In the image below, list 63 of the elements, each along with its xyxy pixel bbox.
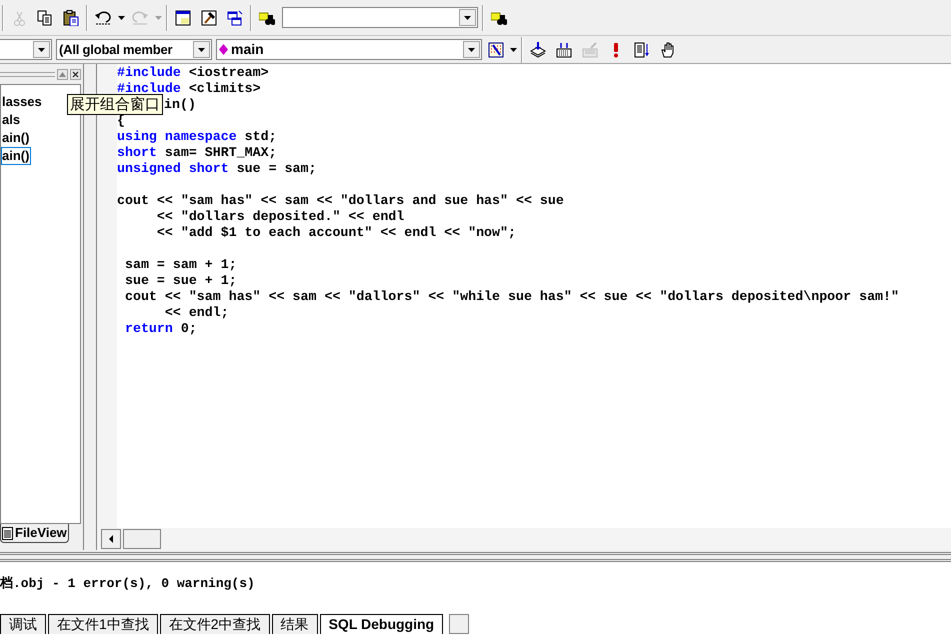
output-tab[interactable]: 在文件1中查找	[48, 614, 158, 634]
binoculars-icon	[491, 10, 507, 26]
function-combo-text: main	[231, 40, 264, 59]
caret-icon	[510, 48, 517, 52]
clipboard-icon	[63, 10, 79, 26]
keyboard-icon	[582, 42, 598, 58]
binoculars-icon	[259, 10, 275, 26]
code-line: in()	[164, 97, 196, 112]
dropdown[interactable]: (All global member	[56, 39, 212, 60]
copy-icon	[37, 10, 53, 26]
close-icon	[71, 70, 80, 78]
dropdown[interactable]	[282, 7, 478, 28]
code-line: cout << "sam has" << sam << "dallors" << "while sue has" << sue << "dollars deposited\npoor sam!"	[124, 289, 899, 304]
fileview-tab[interactable]: FileView	[0, 524, 69, 543]
code-line: cout << "sam has" << sam << "dollars and sue has" << sue	[117, 193, 564, 208]
dropdown[interactable]	[0, 39, 52, 60]
code-line: #include <climits>	[117, 81, 261, 96]
code-line: sam = sam + 1;	[124, 257, 237, 272]
redo-icon	[132, 10, 148, 26]
hand-icon	[660, 42, 676, 58]
cut-icon	[11, 10, 27, 26]
scrollbar-thumb[interactable]	[123, 529, 161, 549]
caret-icon	[468, 48, 475, 52]
close-button[interactable]	[70, 68, 81, 80]
code-line: using namespace std;	[117, 129, 277, 144]
scroll-left-button[interactable]	[101, 529, 121, 549]
code-line: << endl;	[164, 305, 229, 320]
window-icon	[175, 10, 191, 26]
code-line: << "dollars deposited." << endl	[156, 209, 404, 224]
dropdown[interactable]: main	[216, 39, 482, 60]
tree-item[interactable]: als	[1, 111, 22, 129]
tree-item[interactable]: ain()	[1, 129, 32, 147]
wizard-action-button[interactable]	[486, 40, 506, 60]
stack-icon	[530, 42, 546, 58]
output-tab[interactable]: 在文件2中查找	[160, 614, 270, 634]
document-icon	[2, 526, 13, 540]
caret-icon	[155, 16, 162, 20]
code-line: sue = sue + 1;	[124, 273, 237, 288]
up-arrow-icon	[58, 70, 67, 78]
windows-icon	[227, 10, 243, 26]
undo-icon	[95, 10, 111, 26]
tree-item[interactable]: ain()	[1, 147, 32, 165]
caret-icon	[38, 48, 45, 52]
output-tab[interactable]: SQL Debugging	[320, 614, 444, 634]
output-tab[interactable]: 调试	[0, 614, 46, 634]
caret-icon	[118, 16, 125, 20]
grid-icon	[488, 42, 504, 58]
code-line: short sam= SHRT_MAX;	[117, 145, 277, 160]
left-arrow-icon	[108, 535, 114, 543]
list-arrow-icon	[634, 42, 650, 58]
tooltip: 展开组合窗口	[67, 94, 163, 115]
code-line: unsigned short sue = sam;	[117, 161, 316, 176]
diamond-icon	[219, 44, 228, 55]
caret-icon	[198, 48, 205, 52]
code-line: #include <iostream>	[117, 65, 269, 80]
output-tab[interactable]: 结果	[272, 614, 318, 634]
code-line: << "add $1 to each account" << endl << "now";	[156, 225, 516, 240]
class-combo-text: (All global member	[59, 40, 172, 59]
caret-icon	[464, 16, 471, 20]
code-line: return 0;	[124, 321, 197, 336]
hammer-icon	[201, 10, 217, 26]
tree-item[interactable]: lasses	[1, 93, 44, 111]
keyboard-icon	[556, 42, 572, 58]
